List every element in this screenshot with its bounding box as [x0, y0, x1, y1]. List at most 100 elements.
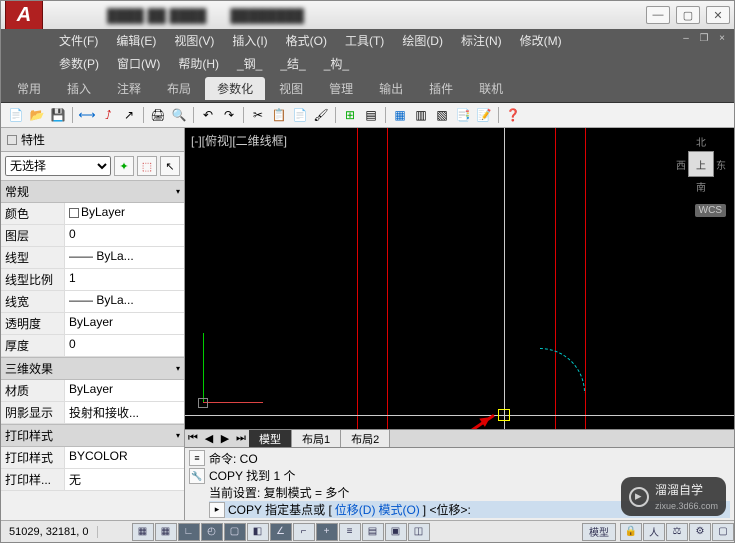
- status-hw-icon[interactable]: ▢: [712, 523, 734, 541]
- match-icon[interactable]: 🖌: [312, 106, 330, 124]
- tab-insert[interactable]: 插入: [55, 77, 103, 100]
- tab-addins[interactable]: 插件: [417, 77, 465, 100]
- tpy-toggle[interactable]: ▤: [362, 523, 384, 541]
- osnap-toggle[interactable]: ▢: [224, 523, 246, 541]
- tab-parametric[interactable]: 参数化: [205, 77, 265, 100]
- menu-view[interactable]: 视图(V): [166, 31, 222, 50]
- dim2-icon[interactable]: ⭜: [99, 106, 117, 124]
- status-ann-icon[interactable]: 人: [643, 523, 665, 541]
- otrack-toggle[interactable]: ∠: [270, 523, 292, 541]
- polar-toggle[interactable]: ◴: [201, 523, 223, 541]
- cmd-option-displacement[interactable]: 位移(D): [335, 501, 376, 518]
- tab-layout2[interactable]: 布局2: [341, 430, 390, 448]
- tab-home[interactable]: 常用: [5, 77, 53, 100]
- selection-dropdown[interactable]: 无选择: [5, 156, 111, 176]
- cmd-recent-icon[interactable]: ≡: [189, 450, 205, 466]
- menu-format[interactable]: 格式(O): [278, 31, 335, 50]
- prop-color-v[interactable]: ByLayer: [65, 203, 184, 224]
- menu-dim[interactable]: 标注(N): [453, 31, 510, 50]
- prop-ltscale-v[interactable]: 1: [65, 269, 184, 290]
- status-lock-icon[interactable]: 🔒: [620, 523, 642, 541]
- tab-model[interactable]: 模型: [249, 430, 292, 448]
- menu-draw[interactable]: 绘图(D): [394, 31, 451, 50]
- tab-layout[interactable]: 布局: [155, 77, 203, 100]
- menu-param[interactable]: 参数(P): [51, 54, 107, 73]
- menu-insert[interactable]: 插入(I): [224, 31, 275, 50]
- block-icon[interactable]: ⊞: [341, 106, 359, 124]
- menu-steel[interactable]: _钢_: [229, 54, 270, 73]
- paste-icon[interactable]: 📄: [291, 106, 309, 124]
- lwt-toggle[interactable]: ≡: [339, 523, 361, 541]
- mdi-minimize-button[interactable]: –: [678, 31, 694, 45]
- menu-file[interactable]: 文件(F): [51, 31, 106, 50]
- select-icon[interactable]: ↖: [160, 156, 180, 176]
- drawing-canvas[interactable]: [-][俯视][二维线框] 北 西上东 南 WCS: [185, 128, 734, 429]
- sc-toggle[interactable]: ◫: [408, 523, 430, 541]
- tab-layout1[interactable]: 布局1: [292, 430, 341, 448]
- wcs-label[interactable]: WCS: [695, 204, 726, 217]
- preview-icon[interactable]: 🔍: [170, 106, 188, 124]
- dcenter-icon[interactable]: ▥: [412, 106, 430, 124]
- model-space-button[interactable]: 模型: [582, 523, 616, 541]
- open-icon[interactable]: 📂: [28, 106, 46, 124]
- prop-material-v[interactable]: ByLayer: [65, 380, 184, 401]
- tab-online[interactable]: 联机: [467, 77, 515, 100]
- save-icon[interactable]: 💾: [49, 106, 67, 124]
- coordinate-readout[interactable]: 51029, 32181, 0: [1, 526, 98, 538]
- tab-first-icon[interactable]: ⏮: [185, 432, 201, 445]
- section-general[interactable]: 常规: [1, 180, 184, 203]
- viewport-label[interactable]: [-][俯视][二维线框]: [191, 132, 287, 149]
- new-icon[interactable]: 📄: [7, 106, 25, 124]
- prop-shadow-v[interactable]: 投射和接收...: [65, 402, 184, 423]
- menu-edit[interactable]: 编辑(E): [108, 31, 164, 50]
- quickselect-icon[interactable]: ✦: [114, 156, 134, 176]
- tab-annotate[interactable]: 注释: [105, 77, 153, 100]
- status-scale-icon[interactable]: ⚖: [666, 523, 688, 541]
- grid-toggle[interactable]: ▦: [155, 523, 177, 541]
- menu-mem[interactable]: _构_: [316, 54, 357, 73]
- copy-icon[interactable]: 📋: [270, 106, 288, 124]
- dim-icon[interactable]: ⟷: [78, 106, 96, 124]
- plot-icon[interactable]: 🖨: [149, 106, 167, 124]
- redo-icon[interactable]: ↷: [220, 106, 238, 124]
- cut-icon[interactable]: ✂: [249, 106, 267, 124]
- tab-next-icon[interactable]: ▶: [217, 432, 233, 445]
- tab-last-icon[interactable]: ⏭: [233, 432, 249, 445]
- props-icon[interactable]: ▦: [391, 106, 409, 124]
- prop-lweight-v[interactable]: —— ByLa...: [65, 291, 184, 312]
- tab-view[interactable]: 视图: [267, 77, 315, 100]
- tab-output[interactable]: 输出: [367, 77, 415, 100]
- prop-thick-v[interactable]: 0: [65, 335, 184, 356]
- menu-tools[interactable]: 工具(T): [337, 31, 392, 50]
- undo-icon[interactable]: ↶: [199, 106, 217, 124]
- osnap3d-toggle[interactable]: ◧: [247, 523, 269, 541]
- prop-layer-v[interactable]: 0: [65, 225, 184, 246]
- tab-manage[interactable]: 管理: [317, 77, 365, 100]
- minimize-button[interactable]: —: [646, 6, 670, 24]
- markup-icon[interactable]: 📝: [475, 106, 493, 124]
- palette-icon[interactable]: ▧: [433, 106, 451, 124]
- prop-trans-v[interactable]: ByLayer: [65, 313, 184, 334]
- leader-icon[interactable]: ↗: [120, 106, 138, 124]
- tab-prev-icon[interactable]: ◀: [201, 432, 217, 445]
- menu-window[interactable]: 窗口(W): [109, 54, 168, 73]
- maximize-button[interactable]: ▢: [676, 6, 700, 24]
- menu-struct[interactable]: _结_: [272, 54, 313, 73]
- snap-toggle[interactable]: ▦: [132, 523, 154, 541]
- viewcube[interactable]: 北 西上东 南: [676, 134, 726, 184]
- layer-icon[interactable]: ▤: [362, 106, 380, 124]
- prop-ptable-v[interactable]: 无: [65, 469, 184, 490]
- status-ws-icon[interactable]: ⚙: [689, 523, 711, 541]
- cmd-option-mode[interactable]: 模式(O): [378, 501, 419, 518]
- cmd-wrench-icon[interactable]: 🔧: [189, 468, 205, 484]
- close-button[interactable]: ✕: [706, 6, 730, 24]
- mdi-close-button[interactable]: ×: [714, 31, 730, 45]
- prop-ltype-v[interactable]: —— ByLa...: [65, 247, 184, 268]
- sheet-icon[interactable]: 📑: [454, 106, 472, 124]
- ducs-toggle[interactable]: ⌐: [293, 523, 315, 541]
- qp-toggle[interactable]: ▣: [385, 523, 407, 541]
- prop-pstyle-v[interactable]: BYCOLOR: [65, 447, 184, 468]
- help-icon[interactable]: ❓: [504, 106, 522, 124]
- section-plot-style[interactable]: 打印样式: [1, 424, 184, 447]
- menu-modify[interactable]: 修改(M): [512, 31, 570, 50]
